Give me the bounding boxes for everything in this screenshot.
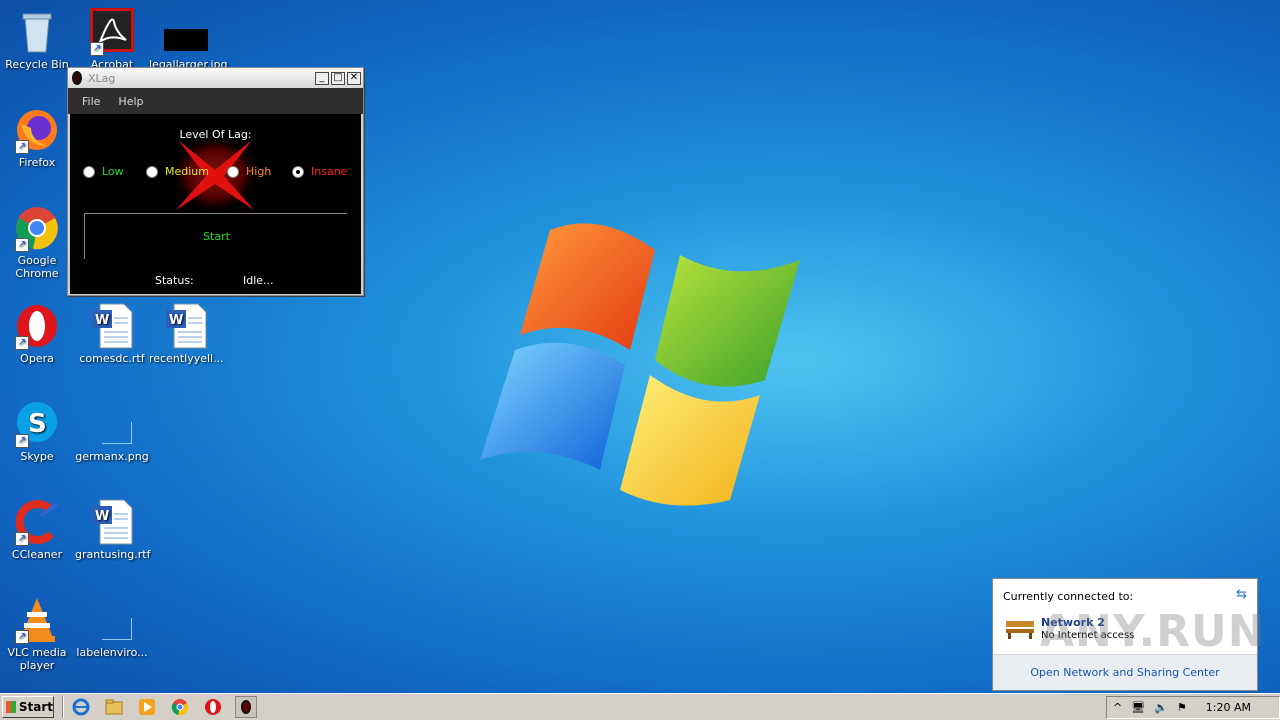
- radio-medium-label: Medium: [165, 165, 209, 178]
- network-popup-header: Currently connected to:: [1003, 590, 1134, 603]
- level-of-lag-label: Level Of Lag:: [179, 128, 252, 141]
- vlc-icon: ↗: [13, 596, 61, 644]
- radio-high[interactable]: High: [227, 165, 271, 178]
- skype-icon: S ↗: [13, 400, 61, 448]
- close-button[interactable]: ✕: [347, 71, 361, 85]
- xlag-menubar: File Help: [68, 88, 363, 114]
- desktop-icon-ccleaner[interactable]: ↗ CCleaner: [0, 498, 74, 561]
- anyrun-watermark: ANY.RUN: [1040, 606, 1266, 657]
- radio-insane-button[interactable]: [292, 165, 304, 178]
- maximize-button[interactable]: □: [331, 71, 345, 85]
- menu-help[interactable]: Help: [118, 95, 143, 108]
- start-label: Start: [18, 700, 53, 714]
- clock[interactable]: 1:20 AM: [1206, 701, 1251, 714]
- chrome-icon: ↗: [13, 204, 61, 252]
- media-player-icon[interactable]: [136, 696, 158, 718]
- desktop-icon-acrobat[interactable]: ↗ Acrobat: [75, 8, 149, 71]
- show-hidden-icons[interactable]: ^: [1113, 701, 1122, 714]
- ccleaner-icon: ↗: [13, 498, 61, 546]
- radio-insane[interactable]: Insane: [292, 165, 347, 178]
- svg-text:W: W: [169, 313, 183, 328]
- start-button-label: Start: [203, 230, 230, 243]
- svg-text:W: W: [95, 509, 109, 524]
- status-label: Status:: [155, 274, 194, 287]
- start-button-taskbar[interactable]: Start: [2, 696, 54, 718]
- xlag-icon[interactable]: [235, 696, 257, 718]
- start-button[interactable]: Start: [84, 213, 347, 259]
- desktop-icon-legallarger[interactable]: legallarger.jpg: [149, 8, 228, 71]
- radio-insane-label: Insane: [311, 165, 348, 178]
- desktop-icon-recycle-bin[interactable]: Recycle Bin: [0, 8, 74, 71]
- desktop-icon-firefox[interactable]: ↗ Firefox: [0, 106, 74, 169]
- action-center-icon[interactable]: 🖥: [1131, 701, 1145, 714]
- taskbar: Start ^ 🖥 🔈 ⚑ 1:20 AM: [0, 693, 1280, 720]
- radio-low[interactable]: Low: [83, 165, 124, 178]
- explorer-icon[interactable]: [103, 696, 125, 718]
- acrobat-icon: ↗: [88, 8, 136, 56]
- desktop-icon-comesdc[interactable]: W comesdc.rtf: [75, 302, 149, 365]
- menu-file[interactable]: File: [82, 95, 100, 108]
- opera-icon[interactable]: [202, 696, 224, 718]
- word-document-icon: W: [88, 302, 136, 350]
- network-bench-icon: [1006, 621, 1034, 639]
- image-file-icon: [162, 8, 210, 56]
- word-document-icon: W: [88, 498, 136, 546]
- open-network-center-link[interactable]: Open Network and Sharing Center: [993, 654, 1257, 690]
- xlag-app-icon: [72, 71, 82, 85]
- radio-high-button[interactable]: [227, 165, 239, 178]
- image-file-icon: [88, 596, 136, 644]
- minimize-button[interactable]: _: [315, 71, 329, 85]
- radio-low-label: Low: [102, 165, 124, 178]
- image-file-icon: [88, 400, 136, 448]
- xlag-window[interactable]: XLag _ □ ✕ File Help Level Of Lag: Low M…: [67, 67, 364, 296]
- svg-text:W: W: [95, 313, 109, 328]
- xlag-client-area: Level Of Lag: Low Medium High Insane Sta…: [70, 114, 361, 294]
- desktop-icon-opera[interactable]: ↗ Opera: [0, 302, 74, 365]
- radio-medium-button[interactable]: [146, 165, 158, 178]
- word-document-icon: W: [162, 302, 210, 350]
- opera-icon: ↗: [13, 302, 61, 350]
- windows-flag-icon: [6, 701, 16, 713]
- desktop-icon-germanx[interactable]: germanx.png: [75, 400, 149, 463]
- window-title: XLag: [88, 71, 116, 85]
- internet-explorer-icon[interactable]: [70, 696, 92, 718]
- status-value: Idle...: [243, 274, 274, 287]
- system-tray: ^ 🖥 🔈 ⚑ 1:20 AM: [1106, 696, 1280, 719]
- radio-high-label: High: [246, 165, 272, 178]
- desktop-icon-recentlyyell[interactable]: W recentlyyell...: [149, 302, 224, 365]
- windows-logo-wallpaper: [480, 223, 800, 506]
- chrome-icon[interactable]: [169, 696, 191, 718]
- xlag-titlebar[interactable]: XLag _ □ ✕: [68, 68, 363, 88]
- desktop-icon-chrome[interactable]: ↗ Google Chrome: [0, 204, 74, 280]
- volume-icon[interactable]: 🔈: [1154, 701, 1168, 714]
- flag-icon[interactable]: ⚑: [1177, 701, 1187, 714]
- desktop-icon-labelenviro[interactable]: labelenviro...: [75, 596, 149, 659]
- svg-text:S: S: [28, 409, 47, 439]
- desktop-icon-grantusing[interactable]: W grantusing.rtf: [75, 498, 150, 561]
- desktop-icon-skype[interactable]: S ↗ Skype: [0, 400, 74, 463]
- firefox-icon: ↗: [13, 106, 61, 154]
- radio-low-button[interactable]: [83, 165, 95, 178]
- recycle-bin-icon: [13, 8, 61, 56]
- radio-medium[interactable]: Medium: [146, 165, 209, 178]
- desktop-icon-vlc[interactable]: ↗ VLC media player: [0, 596, 74, 672]
- refresh-icon[interactable]: ⇆: [1236, 587, 1247, 602]
- taskbar-separator: [62, 696, 64, 718]
